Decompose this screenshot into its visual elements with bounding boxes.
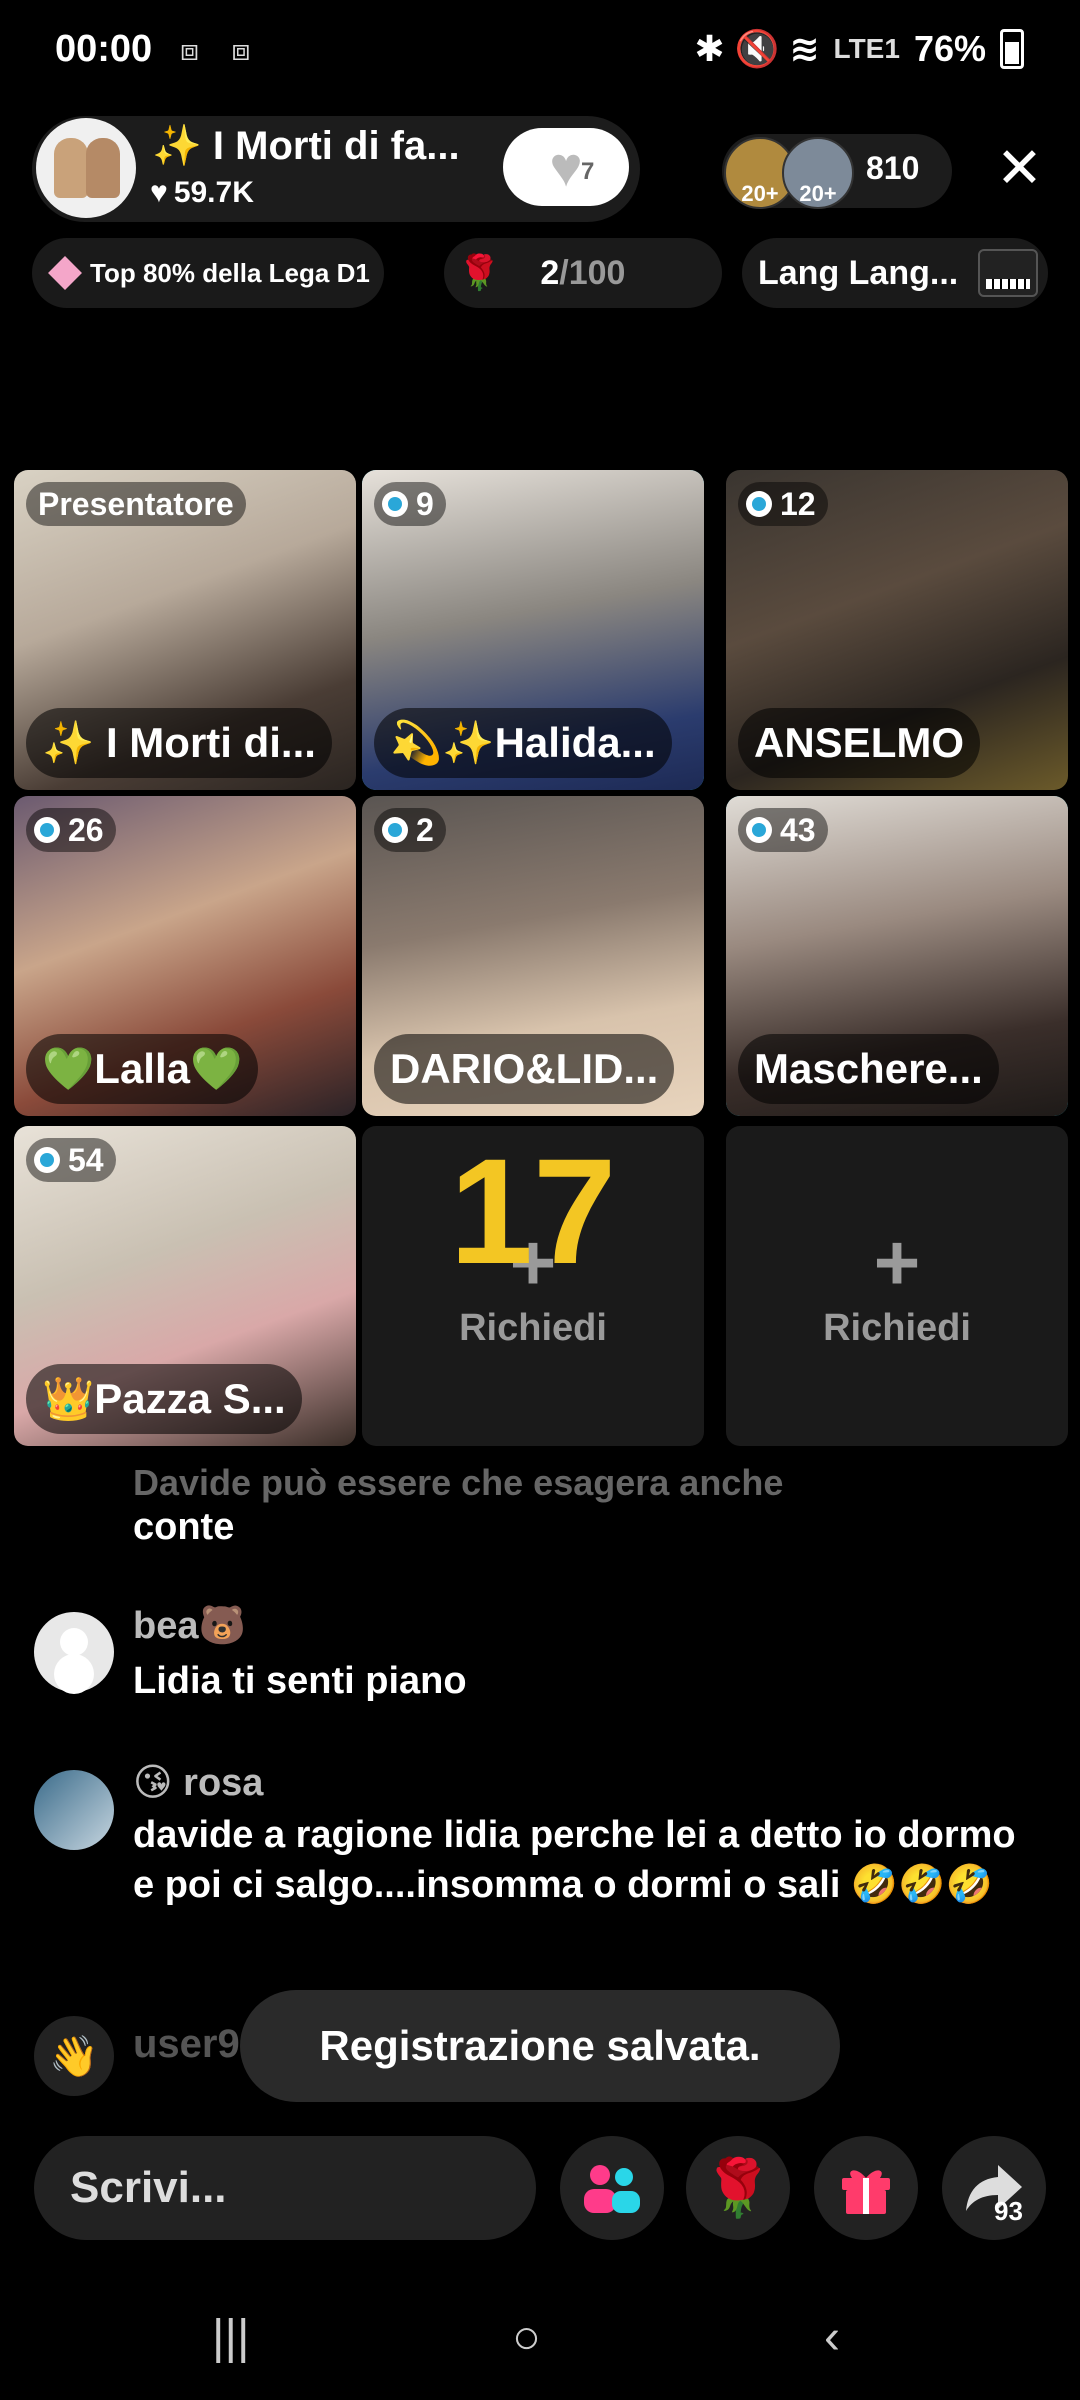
request-content: + Richiedi — [726, 1126, 1068, 1446]
score-badge: 12 — [738, 482, 828, 526]
guest-tile[interactable]: 43 Maschere... — [726, 796, 1068, 1116]
guest-tile[interactable]: 9 💫✨Halida... — [362, 470, 704, 790]
guest-tile-host[interactable]: Presentatore ✨ I Morti di... — [14, 470, 356, 790]
back-button[interactable]: ‹ — [824, 2310, 840, 2365]
guest-name: DARIO&LID... — [374, 1034, 675, 1104]
system-icons: ✱ 🔇 ≋ — [694, 28, 820, 69]
comment-input[interactable]: Scrivi... — [34, 2136, 536, 2240]
rose-icon: 🌹 — [458, 254, 501, 292]
request-slot[interactable]: + Richiedi 17 — [362, 1126, 704, 1446]
score-badge: 43 — [738, 808, 828, 852]
battery-icon — [1000, 29, 1024, 69]
guest-name: Maschere... — [738, 1034, 999, 1104]
guest-tile[interactable]: 26 💚Lalla💚 — [14, 796, 356, 1116]
rose-progress: 2/100 — [540, 254, 625, 293]
guest-name: 💫✨Halida... — [374, 708, 672, 778]
guests-icon — [584, 2165, 640, 2213]
toast-message: Registrazione salvata. — [240, 1990, 840, 2102]
rose-button[interactable]: 🌹 — [686, 2136, 790, 2240]
league-label: Top 80% della Lega D1 — [90, 257, 370, 288]
status-indicators: ✱ 🔇 ≋ LTE1 76% — [694, 28, 1024, 70]
request-slot[interactable]: + Richiedi — [726, 1126, 1068, 1446]
heart-icon: ♥ — [549, 135, 583, 198]
battery-percent: 76% — [913, 28, 986, 69]
recents-button[interactable]: ||| — [212, 2310, 249, 2365]
plus-icon: + — [873, 1217, 921, 1307]
chat-message-text: conte — [133, 1506, 235, 1548]
follow-button[interactable]: ♥ 7 — [503, 128, 629, 206]
coin-icon — [746, 817, 772, 843]
guest-name: 💚Lalla💚 — [26, 1034, 259, 1104]
presenter-label: Presentatore — [26, 482, 246, 526]
guests-button[interactable] — [560, 2136, 664, 2240]
follow-count: 7 — [581, 158, 595, 185]
countdown-number: 17 — [449, 1127, 617, 1295]
guest-name: 👑Pazza S... — [26, 1364, 302, 1434]
diamond-icon — [48, 256, 82, 290]
song-chip[interactable]: Lang Lang... — [742, 238, 1048, 308]
network-label: LTE1 — [833, 33, 900, 64]
chat-avatar[interactable] — [34, 1612, 114, 1692]
share-count: 93 — [994, 2196, 1023, 2226]
piano-icon — [978, 249, 1039, 297]
rose-current: 2 — [540, 253, 560, 292]
rose-max: /100 — [559, 253, 626, 292]
gift-button[interactable] — [814, 2136, 918, 2240]
coin-icon — [746, 491, 772, 517]
chat-message-text: davide a ragione lidia perche lei a dett… — [133, 1814, 1016, 1906]
guest-name: ANSELMO — [738, 708, 980, 778]
home-button[interactable]: ○ — [512, 2310, 541, 2365]
guest-tile[interactable]: 12 ANSELMO — [726, 470, 1068, 790]
host-name[interactable]: ✨ I Morti di fa... — [152, 122, 497, 169]
score-badge: 9 — [374, 482, 446, 526]
chat-message-text: Lidia ti senti piano — [133, 1660, 467, 1702]
chat-avatar[interactable] — [34, 1770, 114, 1850]
score-badge: 54 — [26, 1138, 116, 1182]
chat-username[interactable]: 😘 rosa — [133, 1760, 263, 1805]
chat-username[interactable]: bea🐻 — [133, 1604, 246, 1648]
host-likes: ♥ 59.7K — [150, 176, 254, 210]
gift-icon — [842, 2170, 890, 2214]
guest-name: ✨ I Morti di... — [26, 708, 332, 778]
guest-tile[interactable]: 54 👑Pazza S... — [14, 1126, 356, 1446]
viewer-avatar[interactable]: 20+ — [782, 137, 854, 209]
chat-faded-line: Davide può essere che esagera anche — [133, 1462, 784, 1503]
screen-record-icon: ⧈ ⧈ — [180, 34, 263, 67]
coin-icon — [34, 817, 60, 843]
rose-goal-chip[interactable]: 🌹 2/100 — [444, 238, 722, 308]
close-button[interactable]: ✕ — [996, 138, 1043, 198]
coin-icon — [382, 491, 408, 517]
wave-icon: 👋 — [34, 2016, 114, 2096]
rose-icon: 🌹 — [703, 2156, 773, 2219]
coin-icon — [34, 1147, 60, 1173]
request-label: Richiedi — [459, 1306, 607, 1349]
league-chip[interactable]: Top 80% della Lega D1 — [32, 238, 384, 308]
host-likes-count: 59.7K — [173, 176, 254, 209]
score-badge: 26 — [26, 808, 116, 852]
score-badge: 2 — [374, 808, 446, 852]
heart-icon: ♥ — [150, 176, 168, 209]
host-avatar[interactable] — [36, 118, 136, 218]
coin-icon — [382, 817, 408, 843]
song-title: Lang Lang... — [758, 253, 959, 292]
viewer-count[interactable]: 810 — [866, 150, 919, 187]
guest-tile[interactable]: 2 DARIO&LID... — [362, 796, 704, 1116]
request-label: Richiedi — [823, 1306, 971, 1349]
status-time: 00:00 — [55, 28, 153, 70]
